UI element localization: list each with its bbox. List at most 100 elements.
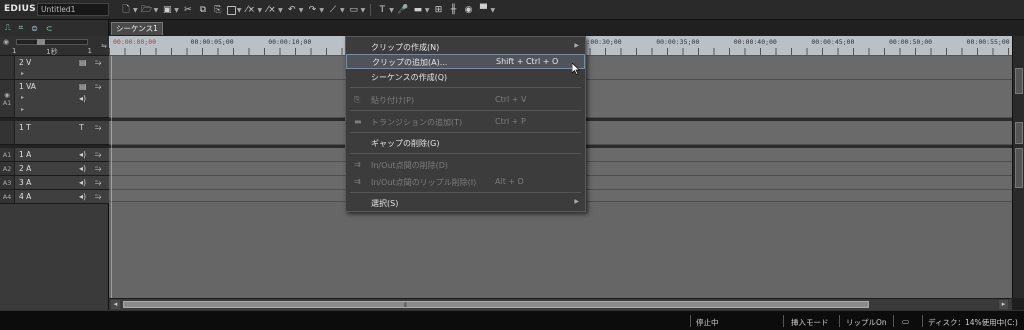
timeline-empty-area[interactable] bbox=[109, 202, 1012, 298]
track-header-v2[interactable]: 2 V ▤ ⥲ ▸ bbox=[0, 56, 109, 80]
marker-button[interactable]: ▬ ▼ bbox=[412, 3, 430, 17]
expand-icon[interactable]: ⥲ bbox=[95, 150, 101, 160]
track-patch[interactable] bbox=[0, 121, 15, 144]
paste-button[interactable]: ⎘ bbox=[212, 3, 224, 17]
undo-button[interactable]: ↶ ▼ bbox=[286, 3, 304, 17]
menu-item-label: 貼り付け(P) bbox=[371, 96, 415, 105]
new-button[interactable]: 🗋 ▼ bbox=[120, 3, 138, 17]
scroll-segment[interactable] bbox=[1015, 148, 1023, 188]
transition-button[interactable]: ▭ ▼ bbox=[348, 3, 366, 17]
scroll-left-icon[interactable]: ◂ bbox=[111, 300, 120, 309]
save-button[interactable]: ▣ ▼ bbox=[161, 3, 179, 17]
fold-icon[interactable]: ⇋ bbox=[101, 42, 107, 50]
horizontal-scrollbar[interactable]: ◂ ⦀ ▸ bbox=[109, 298, 1012, 310]
expand-icon[interactable]: ⥲ bbox=[95, 82, 101, 92]
track-patch[interactable]: A2 bbox=[0, 162, 15, 175]
mode-icon-4[interactable]: ⊂ bbox=[46, 24, 53, 33]
chevron-down-icon[interactable]: ▼ bbox=[361, 7, 366, 14]
open-button[interactable]: 🗁 ▼ bbox=[141, 3, 159, 17]
chevron-down-icon[interactable]: ▼ bbox=[237, 7, 242, 14]
menu-item-ripple-delete-inout[interactable]: ⇉ In/Out点間のリップル削除(I) Alt + D bbox=[346, 174, 585, 189]
chevron-down-icon[interactable]: ▼ bbox=[340, 7, 345, 14]
speaker-icon[interactable]: ◂) bbox=[79, 150, 86, 159]
track-header-t1[interactable]: 1 T T ⥲ bbox=[0, 121, 109, 145]
ripple-status[interactable]: リップルOn bbox=[846, 317, 887, 328]
chevron-down-icon[interactable]: ▼ bbox=[133, 7, 138, 14]
zoom-knob[interactable] bbox=[37, 39, 45, 45]
sync-button[interactable]: ◉ bbox=[463, 3, 475, 17]
chevron-down-icon[interactable]: ▼ bbox=[258, 7, 263, 14]
title-track-icon[interactable]: T bbox=[79, 123, 84, 132]
context-menu: クリップの作成(N) ▶ クリップの追加(A)... Shift + Ctrl … bbox=[345, 36, 586, 212]
audio-patch-icon[interactable]: A1 bbox=[3, 99, 12, 107]
speaker-icon[interactable]: ◂) bbox=[79, 192, 86, 201]
chevron-down-icon[interactable]: ▼ bbox=[491, 7, 496, 14]
mixer-button[interactable]: ╫ bbox=[448, 3, 460, 17]
expand-triangle-icon[interactable]: ▸ bbox=[21, 94, 24, 101]
menu-item-add-clip[interactable]: クリップの追加(A)... Shift + Ctrl + O bbox=[346, 54, 585, 69]
settings-button[interactable]: ▀ ▼ bbox=[478, 3, 496, 17]
voiceover-button[interactable]: 🎤 bbox=[397, 3, 409, 17]
speaker-icon[interactable]: ◂) bbox=[79, 178, 86, 187]
track-patch[interactable]: A3 bbox=[0, 176, 15, 189]
scroll-segment[interactable] bbox=[1015, 122, 1023, 144]
track-header-a4[interactable]: A4 4 A ◂) ⥲ bbox=[0, 190, 109, 204]
scroll-segment[interactable] bbox=[1015, 68, 1023, 94]
track-patch[interactable]: ◉ A1 bbox=[0, 80, 15, 117]
chevron-down-icon[interactable]: ▼ bbox=[299, 7, 304, 14]
chevron-down-icon[interactable]: ▼ bbox=[154, 7, 159, 14]
delete-button[interactable]: ⁄× ▼ bbox=[245, 3, 263, 17]
expand-icon[interactable]: ⥲ bbox=[95, 192, 101, 202]
chevron-down-icon[interactable]: ▼ bbox=[174, 7, 179, 14]
track-patch[interactable]: A1 bbox=[0, 148, 15, 161]
video-mute-icon[interactable]: ▤ bbox=[79, 58, 87, 67]
expand-icon[interactable]: ⥲ bbox=[95, 58, 101, 68]
mode-icon-3[interactable]: ⊜ bbox=[31, 24, 38, 33]
insert-mode-status[interactable]: 挿入モード bbox=[791, 317, 829, 328]
track-patch[interactable] bbox=[0, 56, 15, 79]
speaker-icon[interactable]: ◂) bbox=[79, 164, 86, 173]
rubber-band-button[interactable]: ⟋ ▼ bbox=[327, 3, 345, 17]
menu-item-delete-inout[interactable]: ⇉ In/Out点間の削除(D) bbox=[346, 157, 585, 172]
menu-item-create-sequence[interactable]: シーケンスの作成(Q) bbox=[346, 69, 585, 84]
expand-triangle-icon[interactable]: ▸ bbox=[21, 106, 24, 113]
track-view-button[interactable]: ⊞ bbox=[433, 3, 445, 17]
track-header-va1[interactable]: ◉ A1 1 VA ▤ ⥲ ◂) ▸ ▸ bbox=[0, 80, 109, 118]
scroll-right-icon[interactable]: ▸ bbox=[999, 300, 1008, 309]
menu-item-select[interactable]: 選択(S) ▶ bbox=[346, 195, 585, 210]
track-header-a2[interactable]: A2 2 A ◂) ⥲ bbox=[0, 162, 109, 176]
mode-icon-2[interactable]: ⌗ bbox=[19, 23, 24, 33]
replace-button[interactable]: ▼ bbox=[226, 3, 242, 17]
title-button[interactable]: T ▼ bbox=[376, 3, 394, 17]
eye-icon[interactable]: ◉ bbox=[4, 91, 10, 99]
ripple-delete-button[interactable]: ⁄× ▼ bbox=[265, 3, 283, 17]
copy-button[interactable]: ⧉ bbox=[197, 3, 209, 17]
expand-icon[interactable]: ⥲ bbox=[95, 164, 101, 174]
timeline-cursor[interactable] bbox=[111, 56, 112, 298]
vertical-scrollbar[interactable] bbox=[1012, 36, 1024, 298]
cut-button[interactable]: ✂ bbox=[182, 3, 194, 17]
sequence-tab[interactable]: シーケンス1 bbox=[111, 22, 163, 35]
scroll-thumb[interactable]: ⦀ bbox=[123, 301, 869, 309]
speaker-icon[interactable]: ◂) bbox=[79, 94, 86, 103]
redo-button[interactable]: ↷ ▼ bbox=[306, 3, 324, 17]
menu-item-add-transition[interactable]: ▬ トランジションの追加(T) Ctrl + P bbox=[346, 114, 585, 129]
expand-triangle-icon[interactable]: ▸ bbox=[21, 70, 24, 77]
video-mute-icon[interactable]: ▤ bbox=[79, 82, 87, 91]
project-name-field[interactable]: Untitled1 bbox=[37, 3, 109, 16]
chevron-down-icon[interactable]: ▼ bbox=[389, 7, 394, 14]
track-patch[interactable]: A4 bbox=[0, 190, 15, 203]
zoom-slider[interactable] bbox=[16, 39, 88, 45]
menu-item-create-clip[interactable]: クリップの作成(N) ▶ bbox=[346, 39, 585, 54]
menu-item-paste[interactable]: ⎘ 貼り付け(P) Ctrl + V bbox=[346, 92, 585, 107]
menu-item-delete-gap[interactable]: ギャップの削除(G) bbox=[346, 135, 585, 150]
mode-icon-1[interactable]: ⎍ bbox=[5, 23, 11, 33]
expand-icon[interactable]: ⥲ bbox=[95, 123, 101, 133]
chevron-down-icon[interactable]: ▼ bbox=[278, 7, 283, 14]
track-header-a1[interactable]: A1 1 A ◂) ⥲ bbox=[0, 148, 109, 162]
expand-icon[interactable]: ⥲ bbox=[95, 178, 101, 188]
eye-icon[interactable]: ◉ bbox=[3, 38, 9, 46]
chevron-down-icon[interactable]: ▼ bbox=[319, 7, 324, 14]
track-header-a3[interactable]: A3 3 A ◂) ⥲ bbox=[0, 176, 109, 190]
chevron-down-icon[interactable]: ▼ bbox=[425, 7, 430, 14]
